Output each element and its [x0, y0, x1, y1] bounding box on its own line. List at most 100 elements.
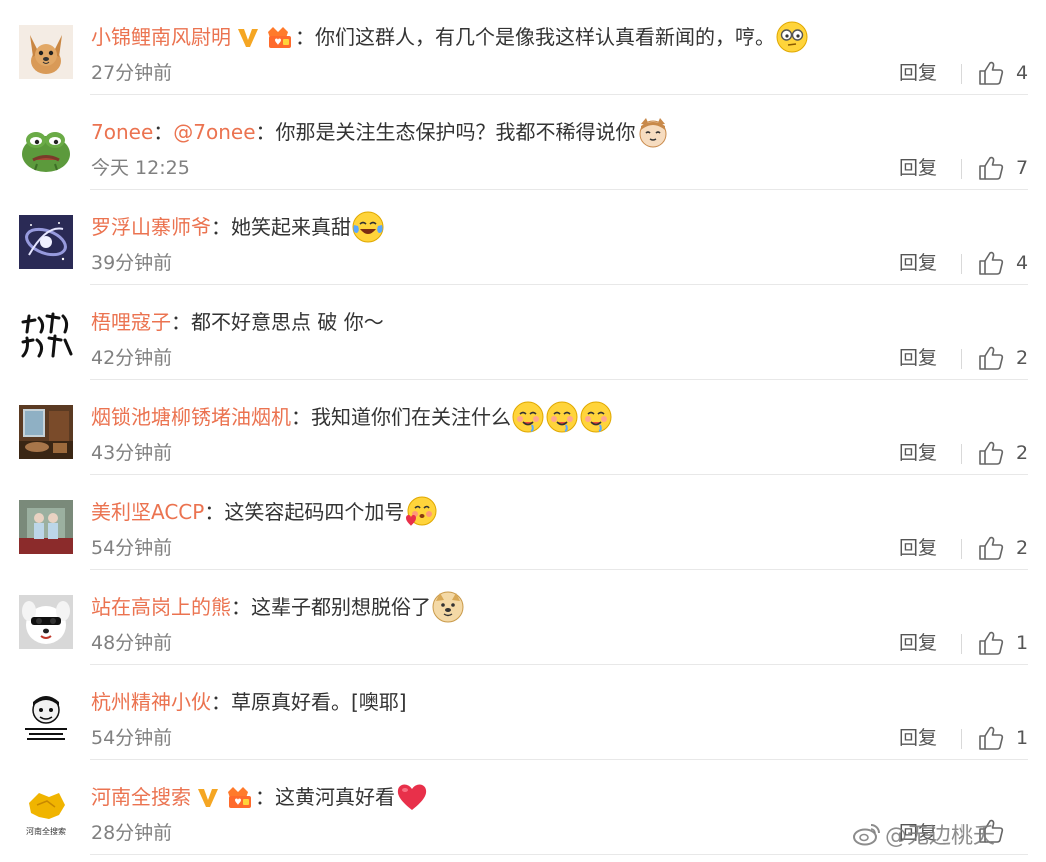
avatar[interactable] [19, 25, 73, 79]
like-button[interactable]: 1 [978, 628, 1028, 658]
fan-badge-icon[interactable] [225, 784, 255, 810]
comment-text: 她笑起来真甜 [231, 215, 351, 239]
username-link[interactable]: 小锦鲤南风尉明 [91, 20, 231, 54]
comment-item: 站在高岗上的熊：这辈子都别想脱俗了 48分钟前 回复 1 [0, 570, 1046, 665]
watermark: @无边桃夭 [853, 818, 995, 850]
reply-button[interactable]: 回复 [899, 533, 937, 563]
colon-separator: ： [204, 500, 225, 524]
like-button[interactable]: 4 [978, 248, 1028, 278]
colon-separator: ： [255, 120, 276, 144]
avatar[interactable] [19, 595, 73, 649]
reply-button[interactable]: 回复 [899, 438, 937, 468]
colon-separator: ： [211, 215, 231, 239]
comment-timestamp: 54分钟前 [91, 537, 173, 559]
reply-button[interactable]: 回复 [899, 723, 937, 753]
avatar[interactable] [19, 690, 73, 744]
comment-item: 杭州精神小伙：草原真好看。[噢耶] 54分钟前 回复 1 [0, 665, 1046, 760]
colon-separator: ： [231, 595, 251, 619]
verified-v-icon[interactable] [196, 785, 220, 809]
username-link[interactable]: 河南全搜索 [91, 780, 191, 814]
reply-button[interactable]: 回复 [899, 248, 937, 278]
comment-timestamp: 54分钟前 [91, 727, 173, 749]
comment-text: 这辈子都别想脱俗了 [251, 595, 431, 619]
laugh-cry-emoji [352, 211, 384, 243]
reply-button[interactable]: 回复 [899, 628, 937, 658]
colon-separator: ： [211, 690, 231, 714]
like-count: 1 [1016, 632, 1029, 654]
comment-content: 河南全搜索 ：这黄河真好看 [91, 780, 430, 814]
username-link[interactable]: 杭州精神小伙 [91, 685, 211, 719]
username-link[interactable]: 梧哩寇子 [91, 305, 171, 339]
colon-separator: ： [255, 785, 275, 809]
like-count: 1 [1016, 727, 1029, 749]
username-link[interactable]: 美利坚ACCP [91, 495, 204, 529]
drooling-emoji [512, 401, 544, 433]
avatar[interactable] [19, 215, 73, 269]
colon-separator: ： [171, 310, 191, 334]
avatar[interactable]: 河南全搜索 [19, 785, 73, 839]
action-divider [961, 64, 962, 84]
doge-emoji [432, 591, 464, 623]
comment-item: 烟锁池塘柳锈堵油烟机：我知道你们在关注什么 43分钟前 回复 2 [0, 380, 1046, 475]
drooling-emoji [580, 401, 612, 433]
comment-timestamp: 28分钟前 [91, 822, 173, 844]
action-divider [961, 539, 962, 559]
action-divider [961, 729, 962, 749]
verified-v-icon[interactable] [236, 25, 260, 49]
like-button[interactable]: 2 [978, 343, 1028, 373]
reply-button[interactable]: 回复 [899, 153, 937, 183]
comment-text: 这黄河真好看 [275, 785, 395, 809]
thumbs-up-icon [978, 345, 1004, 371]
avatar-caption: 河南全搜索 [26, 826, 66, 836]
username-link[interactable]: 7onee [91, 115, 153, 149]
reply-button[interactable]: 回复 [899, 58, 937, 88]
username-link[interactable]: 站在高岗上的熊 [91, 590, 231, 624]
comment-text: 这笑容起码四个加号 [224, 500, 405, 524]
avatar[interactable] [19, 120, 73, 174]
comment-item: 梧哩寇子：都不好意思点 破 你～ 42分钟前 回复 2 [0, 285, 1046, 380]
action-divider [961, 254, 962, 274]
avatar[interactable] [19, 405, 73, 459]
comment-text: 草原真好看。[噢耶] [231, 690, 407, 714]
fan-badge-icon[interactable] [265, 24, 295, 50]
colon-separator: ： [295, 25, 315, 49]
avatar[interactable] [19, 310, 73, 364]
comment-timestamp: 今天 12:25 [91, 157, 190, 179]
comment-text: 你们这群人，有几个是像我这样认真看新闻的，哼。 [315, 25, 775, 49]
like-button[interactable]: 2 [978, 438, 1028, 468]
like-button[interactable]: 7 [978, 153, 1028, 183]
drooling-emoji [546, 401, 578, 433]
comment-content: 罗浮山寨师爷：她笑起来真甜 [91, 210, 386, 244]
blush-heart-emoji [405, 496, 437, 528]
like-button[interactable]: 1 [978, 723, 1028, 753]
thumbs-up-icon [978, 155, 1004, 181]
like-count: 7 [1016, 157, 1029, 179]
comment-content: 站在高岗上的熊：这辈子都别想脱俗了 [91, 590, 466, 624]
like-count: 2 [1016, 442, 1029, 464]
comment-item: 7onee： @7onee：你那是关注生态保护吗？我都不稀得说你 今天 12:25 回… [0, 95, 1046, 190]
like-count: 4 [1016, 62, 1029, 84]
comment-item: 罗浮山寨师爷：她笑起来真甜 39分钟前 回复 4 [0, 190, 1046, 285]
comment-timestamp: 43分钟前 [91, 442, 173, 464]
reply-button[interactable]: 回复 [899, 343, 937, 373]
watermark-text: @无边桃夭 [885, 824, 996, 849]
comment-timestamp: 39分钟前 [91, 252, 173, 274]
comment-content: 小锦鲤南风尉明 ：你们这群人，有几个是像我这样认真看新闻的，哼。 [91, 20, 810, 54]
comment-content: 烟锁池塘柳锈堵油烟机：我知道你们在关注什么 [91, 400, 614, 434]
thumbs-up-icon [978, 440, 1004, 466]
heart-emoji [396, 781, 428, 813]
mention-link[interactable]: @7onee [173, 115, 255, 149]
action-divider [961, 159, 962, 179]
avatar[interactable] [19, 500, 73, 554]
comment-content: 美利坚ACCP：这笑容起码四个加号 [91, 495, 439, 529]
comment-text: 你那是关注生态保护吗？我都不稀得说你 [275, 120, 636, 144]
comment-list: 小锦鲤南风尉明：你们这群人，有几个是像我这样认真看新闻的，哼。 27分钟前 回复 4 7… [0, 0, 1046, 855]
comment-item: 小锦鲤南风尉明 ：你们这群人，有几个是像我这样认真看新闻的，哼。 27分钟前 回复 4 [0, 0, 1046, 95]
username-link[interactable]: 罗浮山寨师爷 [91, 210, 211, 244]
like-button[interactable]: 2 [978, 533, 1028, 563]
username-link[interactable]: 烟锁池塘柳锈堵油烟机 [91, 400, 291, 434]
skeptical-glasses-emoji [776, 21, 808, 53]
like-button[interactable]: 4 [978, 58, 1028, 88]
thumbs-up-icon [978, 535, 1004, 561]
like-count: 2 [1016, 347, 1029, 369]
